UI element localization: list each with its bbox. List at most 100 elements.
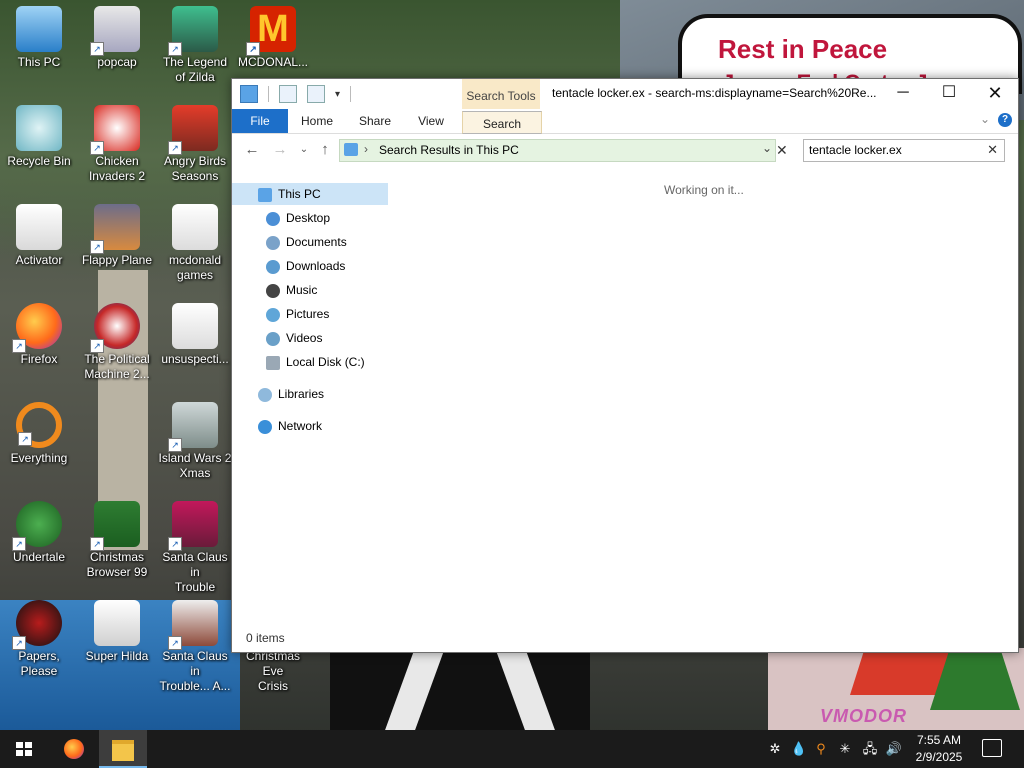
nav-item-pictures[interactable]: Pictures	[266, 303, 329, 325]
minimize-button[interactable]: ─	[880, 79, 926, 109]
stop-search-button[interactable]: ✕	[776, 142, 788, 159]
videos-icon	[266, 331, 280, 346]
desktop-icon-undertale[interactable]: ↗ Undertale	[0, 501, 78, 565]
game-icon: ↗	[168, 600, 218, 650]
taskbar: ✲ 💧 ⚲ ✳ 🖧 🔊 7:55 AM 2/9/2025	[0, 730, 1024, 768]
app-icon: ↗	[90, 6, 140, 56]
nav-item-libraries[interactable]: Libraries	[258, 383, 324, 405]
nav-item-music[interactable]: Music	[266, 279, 317, 301]
nav-item-this-pc[interactable]: This PC	[232, 183, 388, 205]
desktop-icon-legend-of-zilda[interactable]: ↗ The Legend of Zilda	[156, 6, 234, 85]
desktop-icon-unsuspecting[interactable]: unsuspecti...	[156, 303, 234, 367]
navigation-pane: This PC Desktop Documents Downloads Musi…	[232, 183, 392, 623]
new-folder-icon[interactable]	[307, 85, 325, 103]
firefox-icon: ↗	[12, 303, 62, 353]
desktop-icon-santa-claus-in-trouble-again[interactable]: ↗ Santa Claus in Trouble... A...	[156, 600, 234, 694]
desktop-icon-firefox[interactable]: ↗ Firefox	[0, 303, 78, 367]
desktop-icon-recycle-bin[interactable]: Recycle Bin	[0, 105, 78, 169]
tab-share[interactable]: Share	[352, 109, 398, 133]
desktop-icon-christmas-browser-99[interactable]: ↗ Christmas Browser 99	[78, 501, 156, 580]
game-icon: ↗	[168, 402, 218, 452]
desktop-icon-chicken-invaders-2[interactable]: ↗ Chicken Invaders 2	[78, 105, 156, 184]
tab-home[interactable]: Home	[294, 109, 340, 133]
notification-center-icon[interactable]	[982, 739, 1002, 757]
libraries-icon	[258, 387, 272, 402]
forward-button[interactable]: →	[270, 140, 290, 160]
start-button[interactable]	[0, 730, 48, 768]
title-bar[interactable]: ▾ Search Tools tentacle locker.ex - sear…	[232, 79, 1018, 109]
nav-item-desktop[interactable]: Desktop	[266, 207, 330, 229]
chevron-down-icon[interactable]: ⌄	[762, 141, 772, 155]
tray-drop-icon[interactable]: 💧	[790, 730, 808, 768]
desktop-icon-this-pc[interactable]: This PC	[0, 6, 78, 70]
clock-date: 2/9/2025	[915, 750, 963, 764]
game-icon: ↗	[90, 204, 140, 254]
search-query: tentacle locker.ex	[809, 143, 902, 157]
tray-everything-icon[interactable]: ⚲	[812, 730, 830, 768]
windows-logo-icon	[16, 742, 32, 756]
desktop-icon-papers-please[interactable]: ↗ Papers, Please	[0, 600, 78, 679]
folder-icon	[172, 204, 218, 250]
expand-ribbon-icon[interactable]: ⌄	[980, 112, 990, 126]
wallpaper-watermark: VMODOR	[820, 706, 907, 726]
customize-toolbar-icon[interactable]: ▾	[335, 89, 340, 100]
tab-view[interactable]: View	[408, 109, 454, 133]
music-icon	[266, 283, 280, 298]
desktop-icon-activator[interactable]: Activator	[0, 204, 78, 268]
tray-asterisk-icon[interactable]: ✳	[836, 730, 854, 768]
properties-icon[interactable]	[279, 85, 297, 103]
game-icon: ↗	[12, 501, 62, 551]
drive-icon	[266, 355, 280, 370]
clear-search-icon[interactable]: ✕	[987, 142, 998, 158]
address-bar[interactable]: › Search Results in This PC ⌄	[339, 139, 776, 162]
clock-time: 7:55 AM	[916, 733, 962, 747]
game-icon: ↗	[90, 303, 140, 353]
tray-app-icon[interactable]: ✲	[766, 730, 784, 768]
desktop-icon-super-hilda[interactable]: Super Hilda	[78, 600, 156, 664]
search-status-text: Working on it...	[664, 183, 744, 197]
search-tools-context-label: Search Tools	[462, 79, 540, 109]
desktop-icon	[266, 211, 280, 226]
address-text: Search Results in This PC	[379, 143, 519, 157]
maximize-button[interactable]: ☐	[926, 79, 972, 109]
clock[interactable]: 7:55 AM 2/9/2025	[914, 732, 964, 766]
nav-item-downloads[interactable]: Downloads	[266, 255, 345, 277]
chevron-right-icon[interactable]: ›	[364, 142, 368, 156]
game-icon: ↗	[168, 6, 218, 56]
nav-item-local-disk[interactable]: Local Disk (C:)	[266, 351, 365, 373]
nav-item-documents[interactable]: Documents	[266, 231, 347, 253]
file-explorer-window[interactable]: ▾ Search Tools tentacle locker.ex - sear…	[231, 78, 1019, 653]
desktop-icon-angry-birds-seasons[interactable]: ↗ Angry Birds Seasons	[156, 105, 234, 184]
taskbar-firefox[interactable]	[50, 730, 98, 768]
desktop-icon-mcdonalds[interactable]: M ↗ MCDONAL...	[234, 6, 312, 70]
volume-icon[interactable]: 🔊	[884, 730, 904, 768]
file-explorer-icon	[112, 740, 134, 761]
up-button[interactable]: ↑	[315, 140, 335, 160]
nav-item-network[interactable]: Network	[258, 415, 322, 437]
window-title: tentacle locker.ex - search-ms:displayna…	[552, 86, 877, 100]
network-icon[interactable]: 🖧	[860, 730, 880, 768]
folder-icon	[240, 85, 258, 103]
file-icon	[172, 303, 218, 349]
desktop-icon-flappy-plane[interactable]: ↗ Flappy Plane	[78, 204, 156, 268]
desktop-icon-everything[interactable]: ↗ Everything	[0, 402, 78, 466]
tree-icon: ↗	[90, 501, 140, 551]
tab-search[interactable]: Search	[462, 111, 542, 134]
search-input[interactable]: tentacle locker.ex ✕	[803, 139, 1005, 162]
tab-file[interactable]: File	[232, 109, 288, 133]
back-button[interactable]: ←	[242, 140, 262, 160]
desktop-icon-santa-claus-in-trouble[interactable]: ↗ Santa Claus in Trouble	[156, 501, 234, 595]
close-button[interactable]: ✕	[972, 79, 1018, 109]
help-icon[interactable]: ?	[998, 113, 1012, 127]
taskbar-file-explorer[interactable]	[99, 730, 147, 768]
recent-locations-button[interactable]: ⌄	[294, 140, 314, 160]
desktop-icon-political-machine[interactable]: ↗ The Political Machine 2...	[78, 303, 156, 382]
game-icon	[94, 600, 140, 646]
pictures-icon	[266, 307, 280, 322]
nav-item-videos[interactable]: Videos	[266, 327, 322, 349]
item-count: 0 items	[246, 631, 285, 645]
desktop-icon-mcdonald-games[interactable]: mcdonald games	[156, 204, 234, 283]
desktop-icon-island-wars-2[interactable]: ↗ Island Wars 2 Xmas	[156, 402, 234, 481]
desktop-icon-popcap[interactable]: ↗ popcap	[78, 6, 156, 70]
game-icon: ↗	[90, 105, 140, 155]
